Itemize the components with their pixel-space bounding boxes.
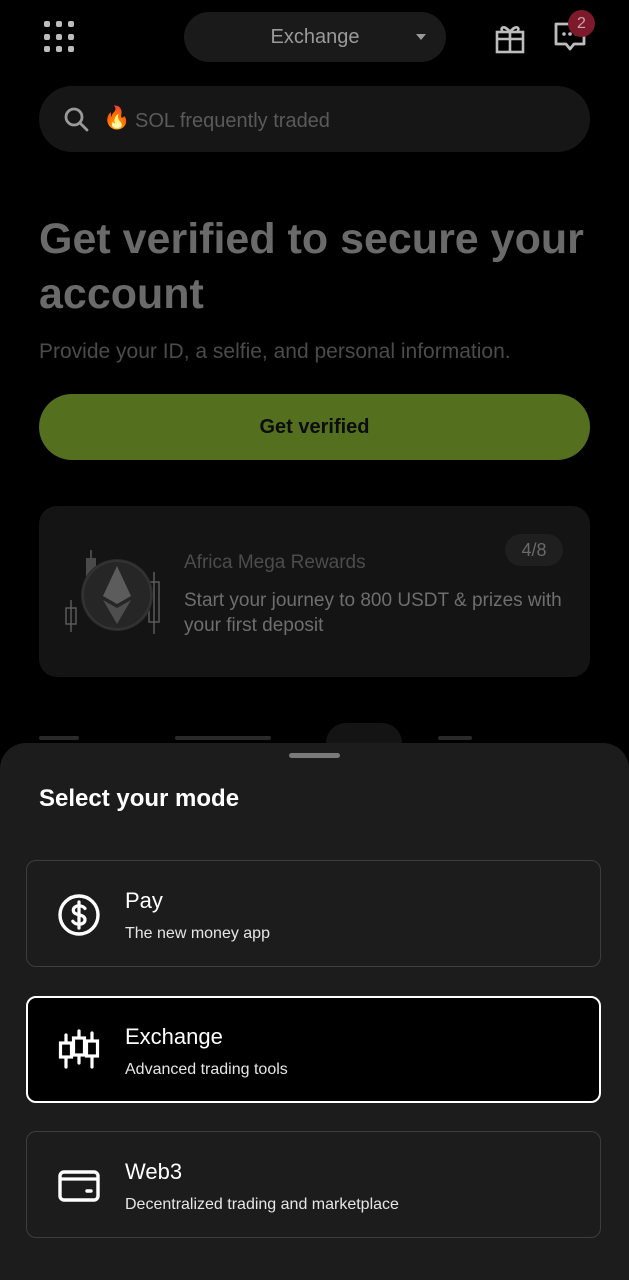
mode-option-title: Pay [125,888,163,913]
candlestick-icon [58,1029,100,1069]
dollar-circle-icon [58,894,100,936]
mode-option-web3[interactable]: Web3 Decentralized trading and marketpla… [26,1131,601,1238]
tab-fragment [175,736,271,740]
ethereum-coin-icon [65,550,160,634]
get-verified-button[interactable]: Get verified [39,394,590,460]
mode-option-title: Web3 [125,1159,183,1184]
rewards-card[interactable]: Africa Mega Rewards Start your journey t… [39,506,590,677]
search-bar[interactable]: 🔥 SOL frequently traded [39,86,590,152]
mode-selector[interactable]: Exchange [184,12,446,62]
mode-option-exchange[interactable]: Exchange Advanced trading tools [26,996,601,1103]
mode-option-title: Exchange [125,1024,223,1049]
mode-option-description: Advanced trading tools [125,1061,288,1078]
gift-icon[interactable] [494,20,526,54]
mode-sheet: Select your mode Pay The new money app E… [0,743,629,1280]
search-placeholder: SOL frequently traded [135,110,330,132]
apps-grid-icon[interactable] [44,21,76,53]
mode-option-description: Decentralized trading and marketplace [125,1196,399,1213]
tab-fragment [438,736,472,740]
verify-title: Get verified to secure your account [39,215,584,318]
mode-option-description: The new money app [125,925,270,942]
promo-body: Start your journey to 800 USDT & prizes … [184,590,562,636]
get-verified-label: Get verified [259,415,370,438]
top-bar: Exchange 2 [0,0,629,80]
search-icon [64,107,89,132]
sheet-title: Select your mode [39,785,240,812]
verify-subtitle: Provide your ID, a selfie, and personal … [39,340,511,363]
drag-handle[interactable] [289,753,340,758]
notification-badge: 2 [568,10,595,37]
caret-down-icon [416,34,426,40]
fire-icon: 🔥 [103,105,131,130]
promo-progress: 4/8 [505,534,563,566]
promo-title: Africa Mega Rewards [184,552,366,573]
mode-selector-label: Exchange [270,25,360,48]
mode-option-pay[interactable]: Pay The new money app [26,860,601,967]
wallet-icon [58,1170,100,1202]
tab-fragment [39,736,79,740]
